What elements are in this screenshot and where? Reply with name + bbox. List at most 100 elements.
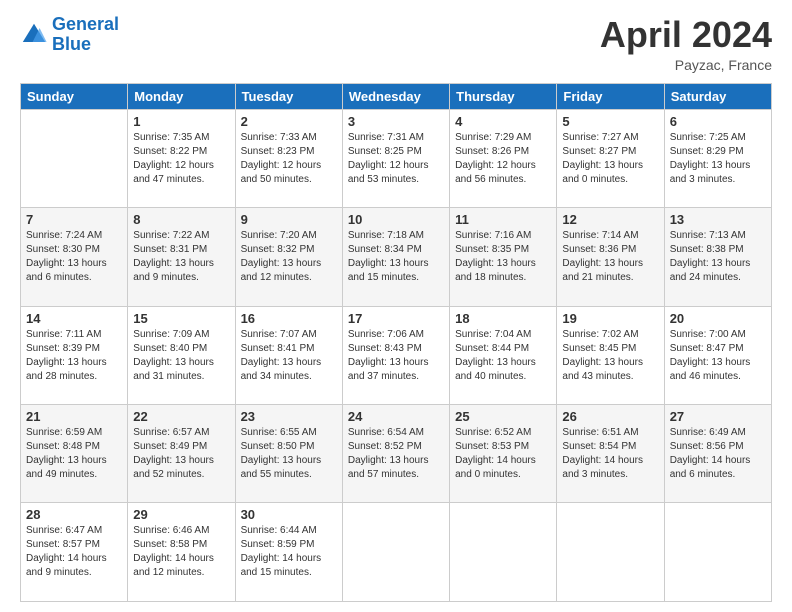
day-info: Sunrise: 7:29 AMSunset: 8:26 PMDaylight:… bbox=[455, 131, 551, 187]
week-row-2: 7Sunrise: 7:24 AMSunset: 8:30 PMDaylight… bbox=[21, 208, 772, 306]
day-info: Sunrise: 7:25 AMSunset: 8:29 PMDaylight:… bbox=[670, 131, 766, 187]
calendar-cell: 23Sunrise: 6:55 AMSunset: 8:50 PMDayligh… bbox=[235, 405, 342, 503]
day-info: Sunrise: 7:18 AMSunset: 8:34 PMDaylight:… bbox=[348, 229, 444, 285]
day-info: Sunrise: 7:22 AMSunset: 8:31 PMDaylight:… bbox=[133, 229, 229, 285]
day-info: Sunrise: 7:31 AMSunset: 8:25 PMDaylight:… bbox=[348, 131, 444, 187]
day-number: 29 bbox=[133, 507, 229, 522]
day-info: Sunrise: 7:14 AMSunset: 8:36 PMDaylight:… bbox=[562, 229, 658, 285]
day-info: Sunrise: 7:06 AMSunset: 8:43 PMDaylight:… bbox=[348, 328, 444, 384]
day-info: Sunrise: 6:52 AMSunset: 8:53 PMDaylight:… bbox=[455, 426, 551, 482]
calendar-cell: 7Sunrise: 7:24 AMSunset: 8:30 PMDaylight… bbox=[21, 208, 128, 306]
day-number: 15 bbox=[133, 311, 229, 326]
col-header-monday: Monday bbox=[128, 83, 235, 109]
calendar-cell bbox=[450, 503, 557, 602]
day-number: 1 bbox=[133, 114, 229, 129]
week-row-4: 21Sunrise: 6:59 AMSunset: 8:48 PMDayligh… bbox=[21, 405, 772, 503]
day-info: Sunrise: 6:51 AMSunset: 8:54 PMDaylight:… bbox=[562, 426, 658, 482]
calendar-cell: 14 Sunrise: 7:11 AMSunset: 8:39 PMDayligh… bbox=[21, 306, 128, 404]
day-info: Sunrise: 7:07 AMSunset: 8:41 PMDaylight:… bbox=[241, 328, 337, 384]
logo-icon bbox=[20, 21, 48, 49]
calendar-cell: 29 Sunrise: 6:46 AMSunset: 8:58 PMDayligh… bbox=[128, 503, 235, 602]
day-number: 6 bbox=[670, 114, 766, 129]
day-info: Sunrise: 6:46 AMSunset: 8:58 PMDaylight:… bbox=[133, 524, 229, 580]
day-info: Sunrise: 7:02 AMSunset: 8:45 PMDaylight:… bbox=[562, 328, 658, 384]
calendar-cell: 9 Sunrise: 7:20 AMSunset: 8:32 PMDaylight… bbox=[235, 208, 342, 306]
col-header-saturday: Saturday bbox=[664, 83, 771, 109]
week-row-3: 14 Sunrise: 7:11 AMSunset: 8:39 PMDayligh… bbox=[21, 306, 772, 404]
day-number: 13 bbox=[670, 212, 766, 227]
title-block: April 2024 Payzac, France bbox=[600, 15, 772, 73]
day-info: Sunrise: 7:04 AMSunset: 8:44 PMDaylight:… bbox=[455, 328, 551, 384]
day-number: 4 bbox=[455, 114, 551, 129]
day-info: Sunrise: 7:11 AMSunset: 8:39 PMDaylight:… bbox=[26, 328, 122, 384]
calendar-cell bbox=[342, 503, 449, 602]
calendar-cell: 26 Sunrise: 6:51 AMSunset: 8:54 PMDayligh… bbox=[557, 405, 664, 503]
calendar-cell: 11 Sunrise: 7:16 AMSunset: 8:35 PMDayligh… bbox=[450, 208, 557, 306]
day-info: Sunrise: 7:35 AMSunset: 8:22 PMDaylight:… bbox=[133, 131, 229, 187]
day-number: 19 bbox=[562, 311, 658, 326]
day-number: 20 bbox=[670, 311, 766, 326]
day-info: Sunrise: 7:09 AMSunset: 8:40 PMDaylight:… bbox=[133, 328, 229, 384]
day-number: 7 bbox=[26, 212, 122, 227]
day-info: Sunrise: 7:27 AMSunset: 8:27 PMDaylight:… bbox=[562, 131, 658, 187]
month-title: April 2024 bbox=[600, 15, 772, 55]
day-number: 14 bbox=[26, 311, 122, 326]
day-info: Sunrise: 6:55 AMSunset: 8:50 PMDaylight:… bbox=[241, 426, 337, 482]
calendar-cell: 8 Sunrise: 7:22 AMSunset: 8:31 PMDaylight… bbox=[128, 208, 235, 306]
day-number: 26 bbox=[562, 409, 658, 424]
calendar-cell: 4 Sunrise: 7:29 AMSunset: 8:26 PMDaylight… bbox=[450, 109, 557, 207]
calendar-cell: 5 Sunrise: 7:27 AMSunset: 8:27 PMDaylight… bbox=[557, 109, 664, 207]
logo: General Blue bbox=[20, 15, 119, 55]
day-info: Sunrise: 6:49 AMSunset: 8:56 PMDaylight:… bbox=[670, 426, 766, 482]
calendar-cell: 28 Sunrise: 6:47 AMSunset: 8:57 PMDayligh… bbox=[21, 503, 128, 602]
day-number: 27 bbox=[670, 409, 766, 424]
day-info: Sunrise: 6:44 AMSunset: 8:59 PMDaylight:… bbox=[241, 524, 337, 580]
logo-text: General Blue bbox=[52, 15, 119, 55]
day-number: 10 bbox=[348, 212, 444, 227]
day-info: Sunrise: 7:13 AMSunset: 8:38 PMDaylight:… bbox=[670, 229, 766, 285]
calendar-header-row: SundayMondayTuesdayWednesdayThursdayFrid… bbox=[21, 83, 772, 109]
day-number: 28 bbox=[26, 507, 122, 522]
day-info: Sunrise: 7:16 AMSunset: 8:35 PMDaylight:… bbox=[455, 229, 551, 285]
day-number: 16 bbox=[241, 311, 337, 326]
day-info: Sunrise: 7:00 AMSunset: 8:47 PMDaylight:… bbox=[670, 328, 766, 384]
day-info: Sunrise: 7:20 AMSunset: 8:32 PMDaylight:… bbox=[241, 229, 337, 285]
calendar-cell: 6 Sunrise: 7:25 AMSunset: 8:29 PMDaylight… bbox=[664, 109, 771, 207]
day-info: Sunrise: 6:54 AMSunset: 8:52 PMDaylight:… bbox=[348, 426, 444, 482]
day-number: 17 bbox=[348, 311, 444, 326]
day-number: 30 bbox=[241, 507, 337, 522]
calendar-cell: 16 Sunrise: 7:07 AMSunset: 8:41 PMDayligh… bbox=[235, 306, 342, 404]
calendar-cell: 17 Sunrise: 7:06 AMSunset: 8:43 PMDayligh… bbox=[342, 306, 449, 404]
day-number: 22 bbox=[133, 409, 229, 424]
calendar-cell bbox=[21, 109, 128, 207]
location: Payzac, France bbox=[600, 57, 772, 73]
week-row-1: 1 Sunrise: 7:35 AMSunset: 8:22 PMDaylight… bbox=[21, 109, 772, 207]
day-number: 3 bbox=[348, 114, 444, 129]
calendar-cell: 24Sunrise: 6:54 AMSunset: 8:52 PMDayligh… bbox=[342, 405, 449, 503]
day-number: 11 bbox=[455, 212, 551, 227]
day-info: Sunrise: 7:33 AMSunset: 8:23 PMDaylight:… bbox=[241, 131, 337, 187]
day-number: 25 bbox=[455, 409, 551, 424]
day-info: Sunrise: 6:59 AMSunset: 8:48 PMDaylight:… bbox=[26, 426, 122, 482]
calendar-cell: 19 Sunrise: 7:02 AMSunset: 8:45 PMDayligh… bbox=[557, 306, 664, 404]
calendar-table: SundayMondayTuesdayWednesdayThursdayFrid… bbox=[20, 83, 772, 602]
week-row-5: 28 Sunrise: 6:47 AMSunset: 8:57 PMDayligh… bbox=[21, 503, 772, 602]
calendar-cell: 1 Sunrise: 7:35 AMSunset: 8:22 PMDaylight… bbox=[128, 109, 235, 207]
col-header-sunday: Sunday bbox=[21, 83, 128, 109]
calendar-cell: 10 Sunrise: 7:18 AMSunset: 8:34 PMDayligh… bbox=[342, 208, 449, 306]
day-number: 9 bbox=[241, 212, 337, 227]
calendar-cell: 13 Sunrise: 7:13 AMSunset: 8:38 PMDayligh… bbox=[664, 208, 771, 306]
day-number: 8 bbox=[133, 212, 229, 227]
calendar-cell: 22Sunrise: 6:57 AMSunset: 8:49 PMDayligh… bbox=[128, 405, 235, 503]
calendar-cell: 2Sunrise: 7:33 AMSunset: 8:23 PMDaylight… bbox=[235, 109, 342, 207]
calendar-cell: 27 Sunrise: 6:49 AMSunset: 8:56 PMDayligh… bbox=[664, 405, 771, 503]
calendar-cell: 30 Sunrise: 6:44 AMSunset: 8:59 PMDayligh… bbox=[235, 503, 342, 602]
calendar-cell: 21Sunrise: 6:59 AMSunset: 8:48 PMDayligh… bbox=[21, 405, 128, 503]
day-number: 5 bbox=[562, 114, 658, 129]
col-header-tuesday: Tuesday bbox=[235, 83, 342, 109]
calendar-cell: 18Sunrise: 7:04 AMSunset: 8:44 PMDayligh… bbox=[450, 306, 557, 404]
calendar-cell: 25 Sunrise: 6:52 AMSunset: 8:53 PMDayligh… bbox=[450, 405, 557, 503]
header: General Blue April 2024 Payzac, France bbox=[20, 15, 772, 73]
day-info: Sunrise: 6:47 AMSunset: 8:57 PMDaylight:… bbox=[26, 524, 122, 580]
calendar-cell: 3 Sunrise: 7:31 AMSunset: 8:25 PMDaylight… bbox=[342, 109, 449, 207]
